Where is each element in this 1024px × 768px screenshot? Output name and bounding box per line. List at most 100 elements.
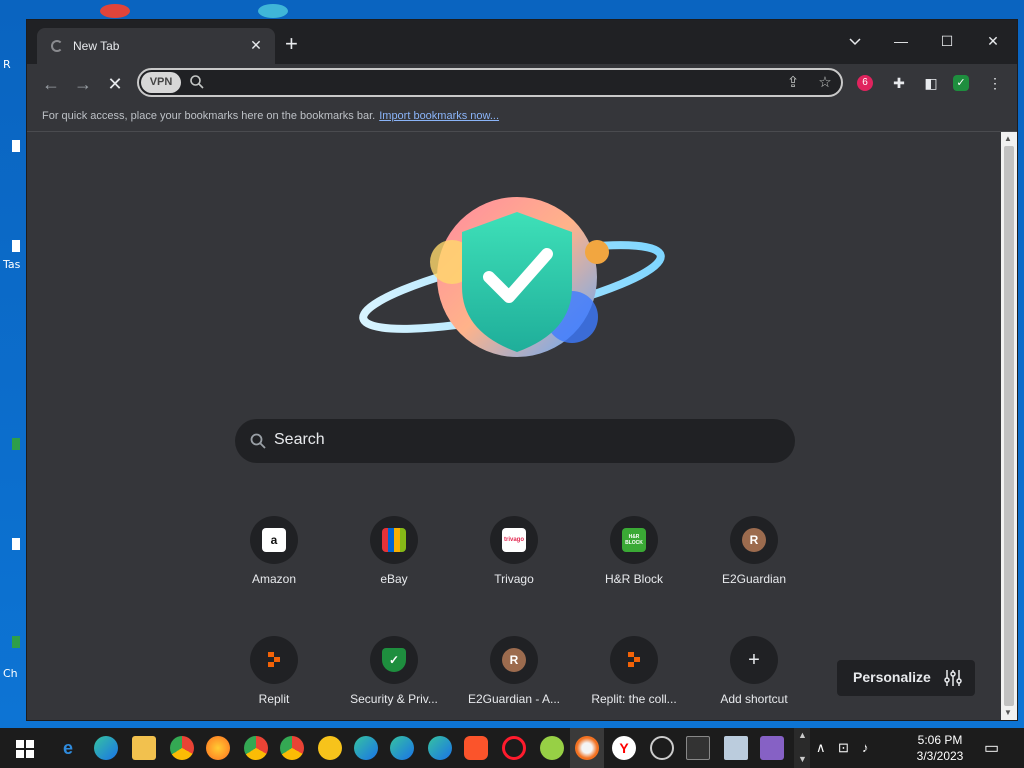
tab-search-chevron-icon[interactable]	[835, 26, 875, 56]
shortcut-replit[interactable]: Replit	[219, 636, 329, 726]
desktop-icon[interactable]	[12, 240, 20, 252]
edge-browser-icon[interactable]	[94, 736, 118, 760]
chrome-canary-icon[interactable]	[318, 736, 342, 760]
new-tab-page: Search a Amazon eBay trivago Trivago H&R…	[27, 132, 1001, 720]
opera-icon[interactable]	[502, 736, 526, 760]
vpn-badge[interactable]: VPN	[141, 72, 181, 93]
chrome-beta-icon[interactable]	[244, 736, 268, 760]
network-icon[interactable]: ⊡	[838, 740, 849, 756]
bookmarks-bar: For quick access, place your bookmarks h…	[27, 104, 1017, 132]
visual-studio-icon[interactable]	[760, 736, 784, 760]
address-input[interactable]	[211, 73, 711, 93]
brave-icon[interactable]	[464, 736, 488, 760]
shortcut-replit-coll[interactable]: Replit: the coll...	[579, 636, 689, 726]
shortcut-label: Amazon	[251, 572, 297, 586]
shortcut-label: eBay	[380, 572, 408, 586]
shortcut-trivago[interactable]: trivago Trivago	[459, 516, 569, 606]
volume-icon[interactable]: ♪	[862, 740, 869, 755]
trivago-logo-icon: trivago	[502, 528, 526, 552]
shortcut-security-privacy[interactable]: ✓ Security & Priv...	[339, 636, 449, 726]
address-bar[interactable]: VPN ⇪ ☆	[137, 68, 843, 97]
chrome-icon[interactable]	[170, 736, 194, 760]
shortcut-label: Replit: the coll...	[591, 692, 677, 706]
shortcut-e2guardian[interactable]: R E2Guardian	[699, 516, 809, 606]
desktop-icon[interactable]	[12, 636, 20, 648]
maximize-icon[interactable]: ☐	[927, 26, 967, 56]
firefox-icon[interactable]	[206, 736, 230, 760]
toolbar: ← → ✕ VPN ⇪ ☆ 6 ✚ ◧ ✓ ⋮	[27, 64, 1017, 104]
internet-explorer-icon[interactable]: e	[56, 736, 80, 760]
shortcut-tile: ✓	[370, 636, 418, 684]
search-placeholder: Search	[274, 431, 325, 448]
vertical-scrollbar[interactable]: ▲ ▼	[1001, 132, 1017, 720]
add-shortcut-button[interactable]: + Add shortcut	[699, 636, 809, 726]
bookmark-star-icon[interactable]: ☆	[815, 73, 835, 93]
shortcut-tile: a	[250, 516, 298, 564]
tab-title: New Tab	[73, 39, 120, 53]
edge-beta-icon[interactable]	[354, 736, 378, 760]
shortcut-tile	[610, 636, 658, 684]
taskbar-scroll-arrows[interactable]: ▲ ▼	[794, 728, 810, 768]
shortcut-label: Add shortcut	[720, 692, 788, 706]
chevron-up-icon[interactable]: ▲	[798, 730, 807, 740]
vivaldi-icon[interactable]	[540, 736, 564, 760]
shortcut-e2guardian-a[interactable]: R E2Guardian - A...	[459, 636, 569, 726]
scroll-down-arrow-icon[interactable]: ▼	[1004, 708, 1012, 717]
active-browser-icon[interactable]	[575, 736, 599, 760]
tab-new-tab[interactable]: New Tab ✕	[37, 28, 275, 64]
clock-date: 3/3/2023	[916, 749, 964, 763]
show-hidden-icons-chevron-icon[interactable]: ∧	[816, 740, 826, 756]
edge-canary-icon[interactable]	[428, 736, 452, 760]
chrome-dev-icon[interactable]	[280, 736, 304, 760]
desktop-icon[interactable]	[12, 538, 20, 550]
notification-center-icon[interactable]: ▭	[984, 738, 999, 758]
replit-logo-icon	[628, 652, 640, 667]
shortcut-tile: trivago	[490, 516, 538, 564]
title-bar: New Tab ✕ + — ☐ ✕	[27, 20, 1017, 64]
side-panel-icon[interactable]: ◧	[921, 73, 941, 93]
back-arrow-icon[interactable]: ←	[39, 72, 63, 96]
close-window-icon[interactable]: ✕	[973, 26, 1013, 56]
clock[interactable]: 5:06 PM 3/3/2023	[900, 732, 980, 764]
shortcut-label: Replit	[258, 692, 290, 706]
scroll-thumb[interactable]	[1004, 146, 1014, 706]
desktop-icon-label[interactable]: R	[3, 58, 11, 71]
desktop-icon-label[interactable]: Ch	[3, 667, 18, 680]
desktop-icon-label[interactable]: Tas	[3, 258, 20, 271]
minimize-icon[interactable]: —	[881, 26, 921, 56]
desktop-icon[interactable]	[258, 4, 288, 18]
shortcut-hrblock[interactable]: H&R BLOCK H&R Block	[579, 516, 689, 606]
file-explorer-icon[interactable]	[132, 736, 156, 760]
shortcut-label: Trivago	[494, 572, 534, 586]
network-app-icon[interactable]	[724, 736, 748, 760]
shortcut-ebay[interactable]: eBay	[339, 516, 449, 606]
hrblock-logo-icon: H&R BLOCK	[622, 528, 646, 552]
tune-sliders-icon	[944, 670, 962, 686]
shortcut-tile: H&R BLOCK	[610, 516, 658, 564]
chevron-down-icon[interactable]: ▼	[798, 754, 807, 764]
plus-icon: +	[748, 648, 760, 671]
google-search-box[interactable]: Search	[235, 419, 795, 463]
desktop-icon[interactable]	[100, 4, 130, 18]
personalize-button[interactable]: Personalize	[837, 660, 975, 696]
edge-dev-icon[interactable]	[390, 736, 414, 760]
new-tab-button[interactable]: +	[285, 33, 298, 55]
forward-arrow-icon[interactable]: →	[71, 72, 95, 96]
stop-loading-icon[interactable]: ✕	[103, 72, 127, 96]
speedometer-icon[interactable]	[650, 736, 674, 760]
desktop-icon[interactable]	[12, 438, 20, 450]
extension-lock-icon[interactable]: 6	[857, 75, 873, 91]
share-icon[interactable]: ⇪	[783, 73, 803, 93]
menu-kebab-icon[interactable]: ⋮	[985, 73, 1005, 93]
windows-start-icon[interactable]	[16, 740, 34, 758]
extensions-puzzle-icon[interactable]: ✚	[889, 73, 909, 93]
import-bookmarks-link[interactable]: Import bookmarks now...	[379, 110, 499, 122]
desktop-icon[interactable]	[12, 140, 20, 152]
scroll-up-arrow-icon[interactable]: ▲	[1004, 134, 1012, 143]
yandex-icon[interactable]: Y	[612, 736, 636, 760]
shortcut-amazon[interactable]: a Amazon	[219, 516, 329, 606]
extension-shield-icon[interactable]: ✓	[953, 75, 969, 91]
tab-close-icon[interactable]: ✕	[247, 36, 265, 54]
terminal-icon[interactable]	[686, 736, 710, 760]
security-shield-illustration	[359, 197, 665, 357]
